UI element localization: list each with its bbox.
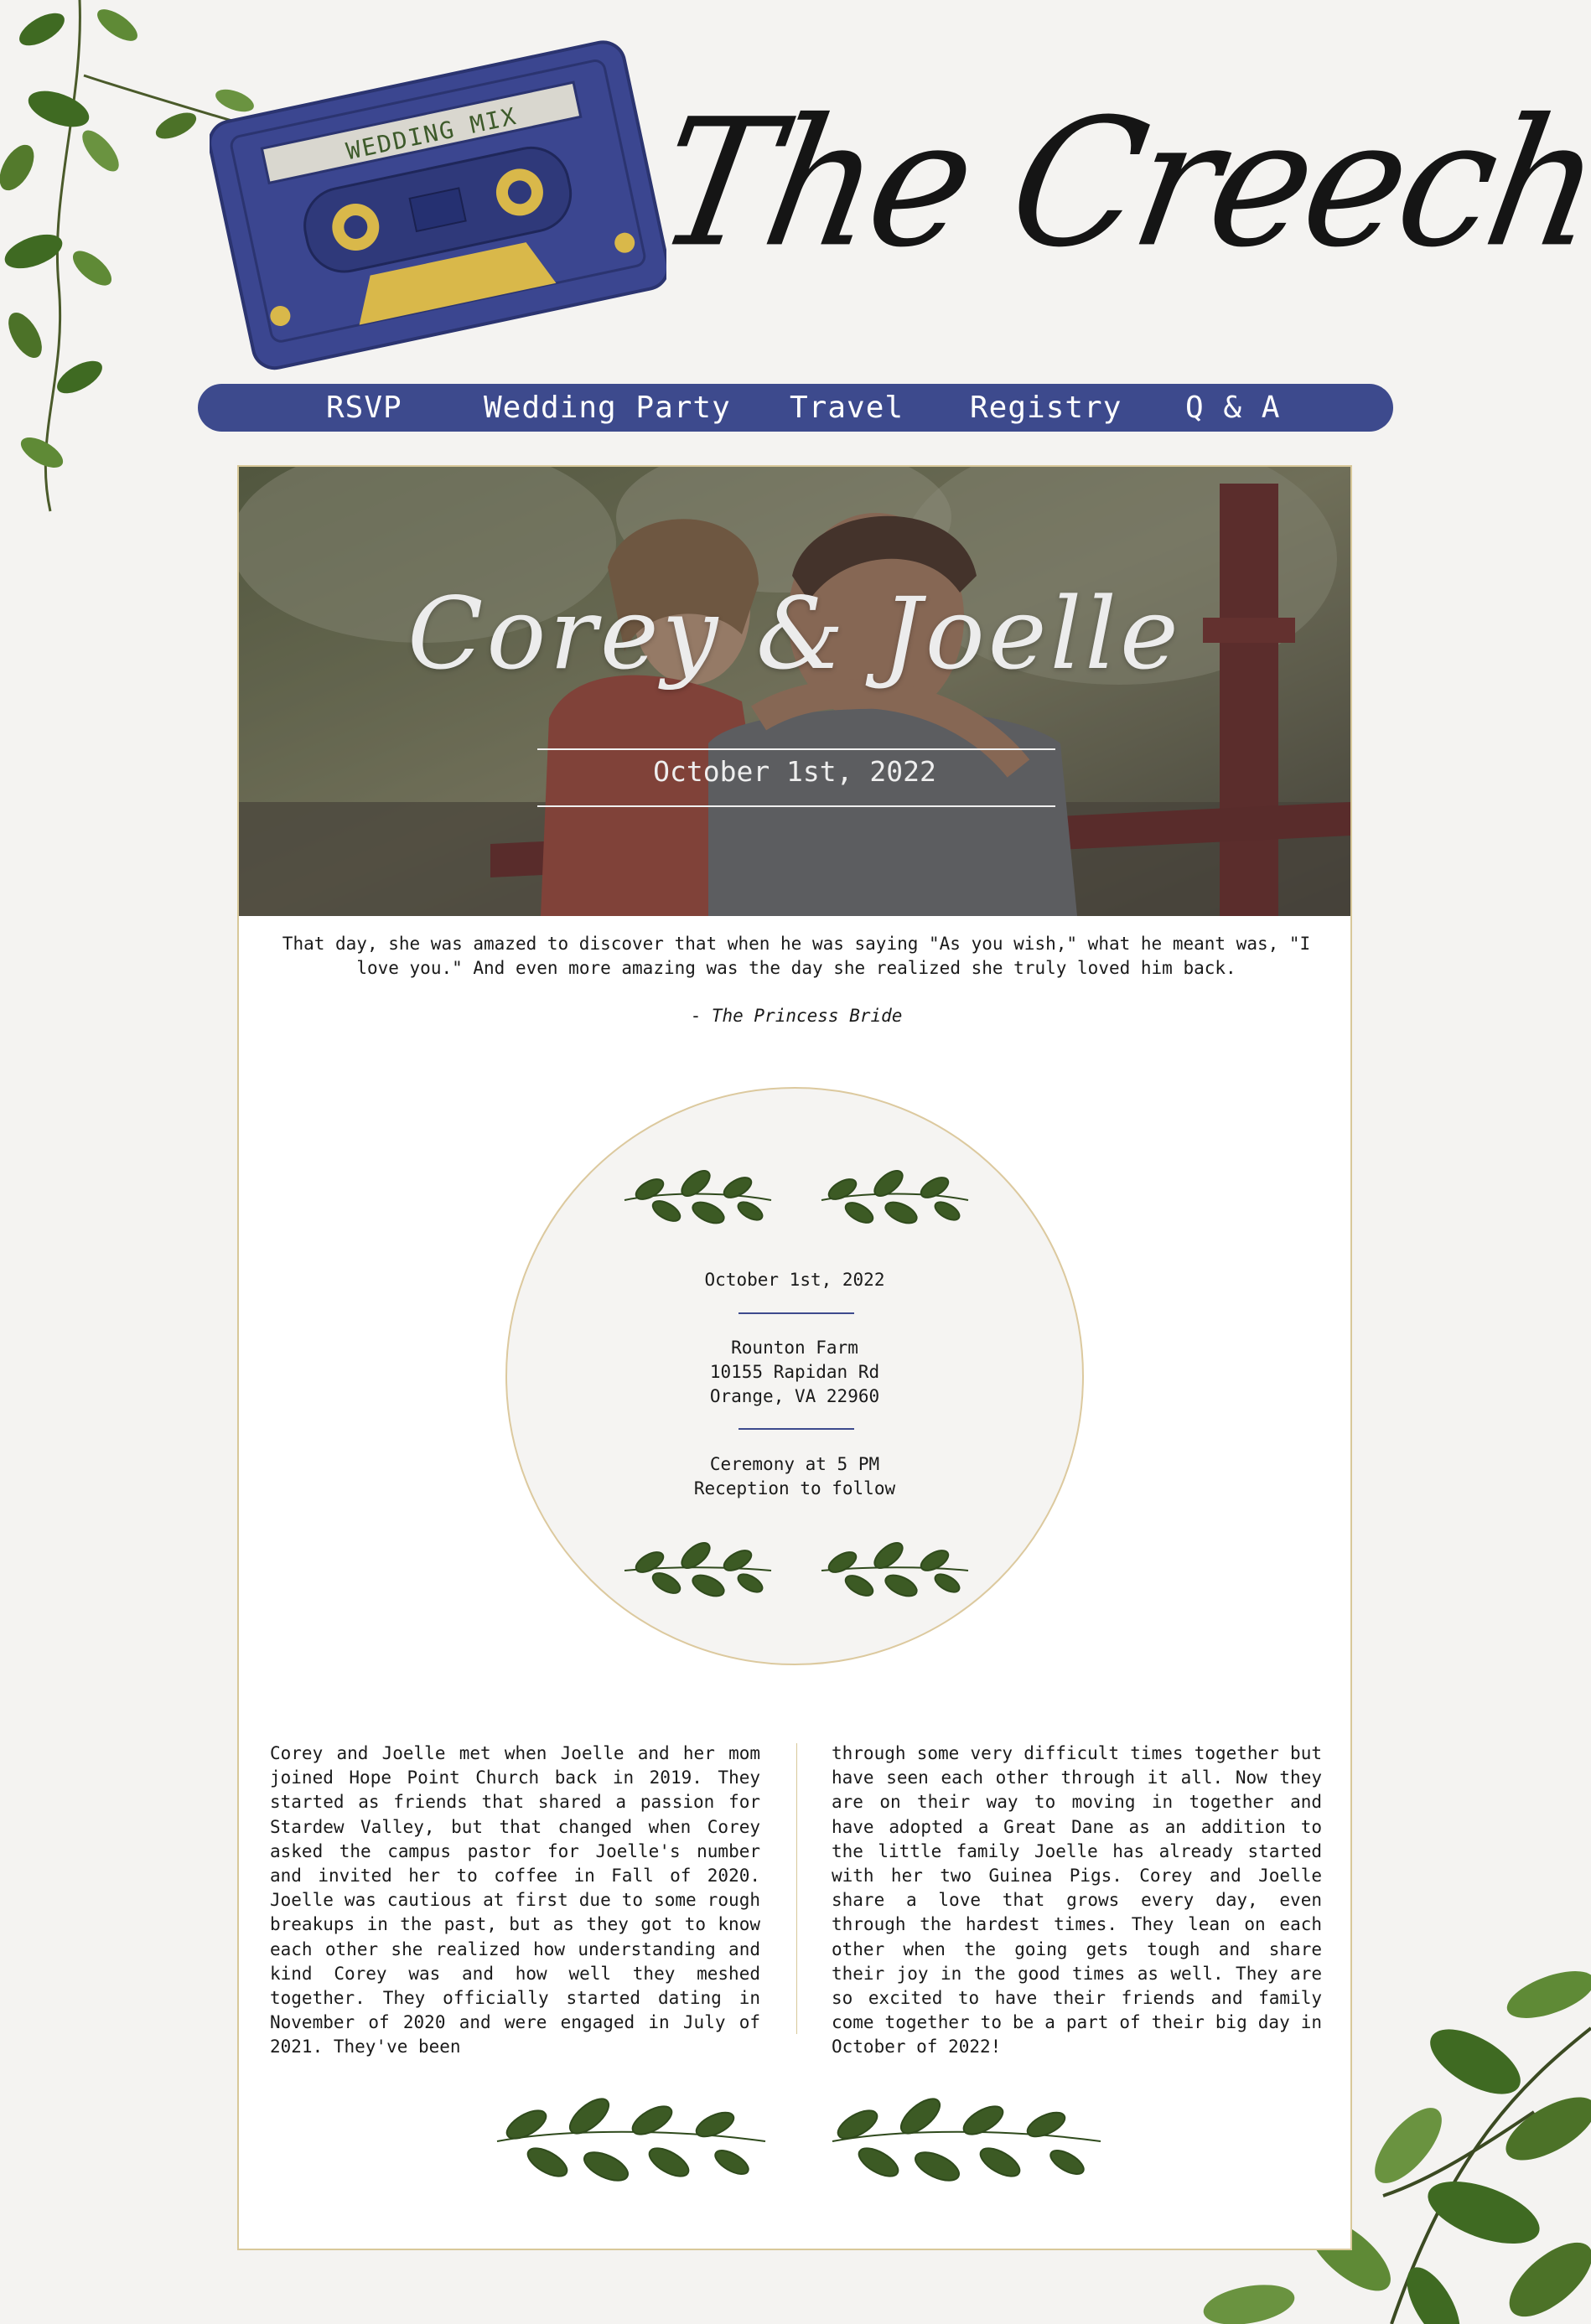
hero-title: Corey & Joelle <box>407 576 1182 691</box>
details-circle: October 1st, 2022 Rounton Farm 10155 Rap… <box>505 1087 1084 1665</box>
story-divider <box>796 1743 797 2034</box>
nav-wedding-party[interactable]: Wedding Party <box>484 384 731 432</box>
quote-citation: - The Princess Bride <box>277 1006 1316 1026</box>
leaf-garland-footer-icon <box>496 2098 1101 2182</box>
details-rule-2 <box>738 1428 854 1430</box>
hero-banner: Corey & Joelle October 1st, 2022 <box>239 467 1350 916</box>
cassette-logo[interactable]: WEDDING MIX <box>208 29 670 373</box>
site-title[interactable]: The Creechans <box>643 75 1591 295</box>
nav-qa[interactable]: Q & A <box>1185 384 1280 432</box>
leaf-garland-top-icon <box>624 1170 969 1224</box>
story-column-right: through some very difficult times togeth… <box>832 1743 1322 2057</box>
details-venue: Rounton Farm <box>731 1338 858 1358</box>
nav-registry[interactable]: Registry <box>970 384 1122 432</box>
hero-rule-bottom <box>537 805 1055 807</box>
hero-date: October 1st, 2022 <box>653 755 936 788</box>
couple-photo <box>239 467 1350 916</box>
cassette-icon <box>208 40 670 370</box>
details-ceremony: Ceremony at 5 PM <box>709 1454 880 1474</box>
details-date: October 1st, 2022 <box>704 1270 885 1290</box>
nav-rsvp[interactable]: RSVP <box>326 384 402 432</box>
details-reception: Reception to follow <box>693 1478 896 1498</box>
quote-dash: - <box>690 1006 712 1026</box>
main-nav: RSVP Wedding Party Travel Registry Q & A <box>198 384 1393 432</box>
quote-text: That day, she was amazed to discover tha… <box>282 934 1311 978</box>
hero-rule-top <box>537 748 1055 750</box>
details-rule-1 <box>738 1312 854 1314</box>
quote-source: The Princess Bride <box>711 1006 903 1026</box>
nav-travel[interactable]: Travel <box>790 384 904 432</box>
leaf-garland-bottom-icon <box>624 1542 969 1597</box>
details-street: 10155 Rapidan Rd <box>709 1362 880 1382</box>
details-city: Orange, VA 22960 <box>709 1386 880 1406</box>
story-column-left: Corey and Joelle met when Joelle and her… <box>270 1743 760 2057</box>
